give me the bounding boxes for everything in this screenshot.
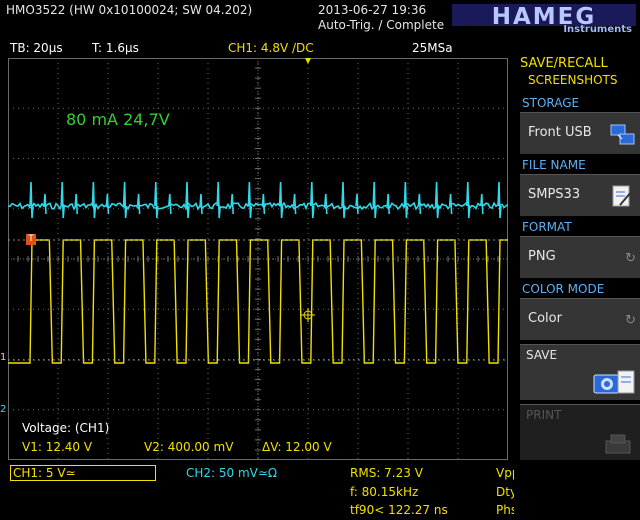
ch2-scale[interactable]: CH2: 50 mV≃Ω [186,466,277,480]
rotate-knob-icon: ↻ [625,313,636,328]
measure-rms: RMS: 7.23 V [350,466,423,480]
brand-sub: Instruments [563,24,632,35]
colormode-value: Color [528,311,562,326]
status-bar: TB: 20µs T: 1.6µs CH1: 4.8V /DC 25MSa [0,40,510,58]
ch1-trigger-setting[interactable]: CH1: 4.8V /DC [228,41,314,55]
datetime: 2013-06-27 19:36 [318,3,427,17]
storage-value: Front USB [528,125,592,140]
trigger-position[interactable]: T: 1.6µs [92,41,139,55]
storage-softkey[interactable]: Front USB [520,112,640,154]
menu-title: SAVE/RECALL [520,56,608,71]
softkey-menu: SAVE/RECALL SCREENSHOTS STORAGE Front US… [514,52,640,520]
print-label: PRINT [526,408,562,422]
save-softkey[interactable]: SAVE [520,344,640,400]
measure-tf90: tf90< 122.27 ns [350,503,448,517]
file-edit-icon [612,185,633,207]
waveform-display[interactable]: 1 2 T 80 mA 24,7V Voltage: (CH1) V1: 12.… [0,57,522,460]
format-heading: FORMAT [522,220,572,234]
save-label: SAVE [526,348,558,362]
device-info: HMO3522 (HW 0x10100024; SW 04.202) [6,3,253,17]
colormode-heading: COLOR MODE [522,282,605,296]
timebase[interactable]: TB: 20µs [10,41,63,55]
cursor-title: Voltage: (CH1) [22,421,110,435]
cursor-v2: V2: 400.00 mV [144,440,234,454]
storage-heading: STORAGE [522,96,580,110]
ch2-ground-marker[interactable]: 2 [0,404,6,415]
measure-freq: f: 80.15kHz [350,485,419,499]
filename-value: SMPS33 [528,187,581,202]
printer-icon [605,434,631,454]
usb-folder-icon [610,124,635,145]
cursor-dv: ΔV: 12.00 V [262,440,332,454]
cursor-v1: V1: 12.40 V [22,440,93,454]
ch1-scale[interactable]: CH1: 5 V≃ [10,465,156,481]
sample-rate: 25MSa [412,41,453,55]
filename-softkey[interactable]: SMPS33 [520,174,640,216]
hameg-logo: HAMEG Instruments [452,2,636,36]
format-softkey[interactable]: PNG ↻ [520,236,640,278]
filename-heading: FILE NAME [522,158,586,172]
title-bar: HMO3522 (HW 0x10100024; SW 04.202) 2013-… [0,0,640,40]
colormode-softkey[interactable]: Color ↻ [520,298,640,340]
camera-icon [593,370,635,394]
annotation-text: 80 mA 24,7V [66,110,170,129]
print-softkey[interactable]: PRINT [520,404,640,460]
format-value: PNG [528,249,556,264]
menu-subtitle: SCREENSHOTS [528,73,618,87]
trigger-level-marker[interactable]: T [26,234,36,245]
trigger-state: Auto-Trig. / Complete [318,18,445,32]
rotate-knob-icon: ↻ [625,251,636,266]
ch1-ground-marker[interactable]: 1 [0,352,6,363]
trigger-pos-marker [305,58,311,64]
